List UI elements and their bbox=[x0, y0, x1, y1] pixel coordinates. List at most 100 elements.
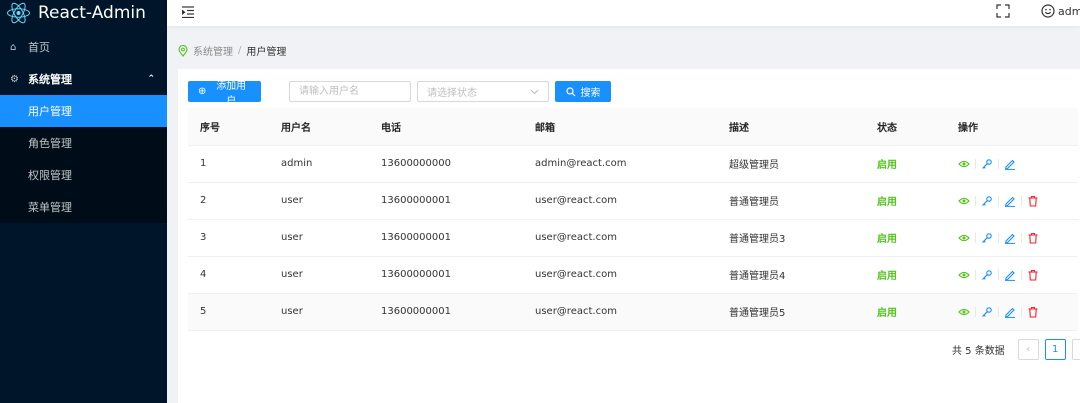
menu-item-home[interactable]: ⌂ 首页 bbox=[0, 31, 167, 63]
menu-home-label: 首页 bbox=[28, 41, 50, 54]
cell-email: user@react.com bbox=[523, 293, 717, 331]
app-title: React-Admin bbox=[38, 3, 146, 23]
breadcrumb-separator: / bbox=[238, 45, 242, 56]
action-divider bbox=[998, 195, 999, 206]
action-divider bbox=[975, 158, 976, 169]
table-header-row: 序号 用户名 电话 邮箱 描述 状态 操作 bbox=[188, 108, 1078, 146]
cell-status: 启用 bbox=[865, 145, 946, 183]
username-search-input[interactable] bbox=[289, 81, 411, 102]
edit-icon[interactable] bbox=[1004, 158, 1016, 170]
pagination: 共 5 条数据 ‹ 1 › bbox=[952, 339, 1080, 360]
fullscreen-icon[interactable] bbox=[996, 4, 1010, 18]
key-icon[interactable] bbox=[981, 195, 993, 207]
cell-email: user@react.com bbox=[523, 256, 717, 294]
search-button[interactable]: 搜索 bbox=[555, 81, 611, 102]
cell-username: user bbox=[269, 182, 369, 220]
column-header-description: 描述 bbox=[717, 108, 865, 146]
plus-circle-icon: ⊕ bbox=[198, 86, 207, 97]
react-logo-icon bbox=[7, 2, 30, 24]
eye-icon[interactable] bbox=[958, 306, 970, 318]
eye-icon[interactable] bbox=[958, 158, 970, 170]
breadcrumb: 系统管理 / 用户管理 bbox=[178, 43, 286, 58]
action-divider bbox=[1021, 232, 1022, 243]
cell-actions bbox=[946, 256, 1078, 294]
cell-phone: 13600000000 bbox=[369, 145, 523, 183]
cell-description: 普通管理员3 bbox=[717, 219, 865, 257]
eye-icon[interactable] bbox=[958, 232, 970, 244]
cell-username: admin bbox=[269, 145, 369, 183]
environment-icon bbox=[178, 44, 188, 57]
menu-fold-icon[interactable] bbox=[182, 6, 194, 18]
submenu-system[interactable]: ⚙ 系统管理 ⌃ bbox=[0, 63, 167, 95]
sidebar-item-label: 菜单管理 bbox=[28, 201, 72, 214]
delete-icon[interactable] bbox=[1027, 195, 1039, 207]
cell-status: 启用 bbox=[865, 293, 946, 331]
user-menu[interactable]: admin bbox=[1041, 4, 1080, 18]
status-select[interactable]: 请选择状态 bbox=[417, 81, 549, 102]
edit-icon[interactable] bbox=[1004, 195, 1016, 207]
cell-index: 2 bbox=[188, 182, 269, 220]
action-divider bbox=[975, 195, 976, 206]
cell-username: user bbox=[269, 256, 369, 294]
delete-icon[interactable] bbox=[1027, 269, 1039, 281]
cell-username: user bbox=[269, 219, 369, 257]
sidebar-item-roles[interactable]: 角色管理 bbox=[0, 127, 167, 159]
key-icon[interactable] bbox=[981, 306, 993, 318]
sidebar-item-menus[interactable]: 菜单管理 bbox=[0, 191, 167, 223]
home-icon: ⌂ bbox=[10, 41, 17, 53]
action-divider bbox=[998, 158, 999, 169]
app-logo[interactable]: React-Admin bbox=[0, 0, 167, 26]
key-icon[interactable] bbox=[981, 232, 993, 244]
cell-status: 启用 bbox=[865, 219, 946, 257]
key-icon[interactable] bbox=[981, 269, 993, 281]
search-label: 搜索 bbox=[580, 88, 601, 99]
cell-status: 启用 bbox=[865, 256, 946, 294]
delete-icon[interactable] bbox=[1027, 232, 1039, 244]
username: admin bbox=[1058, 4, 1080, 18]
search-icon bbox=[565, 86, 575, 96]
column-header-index: 序号 bbox=[188, 108, 269, 146]
cell-actions bbox=[946, 219, 1078, 257]
top-header: admin bbox=[167, 0, 1080, 26]
sidebar-item-permissions[interactable]: 权限管理 bbox=[0, 159, 167, 191]
cell-actions bbox=[946, 145, 1078, 183]
add-user-label: 添加用户 bbox=[216, 80, 247, 107]
edit-icon[interactable] bbox=[1004, 269, 1016, 281]
cell-actions bbox=[946, 182, 1078, 220]
sidebar-item-users[interactable]: 用户管理 bbox=[0, 95, 167, 127]
pagination-prev-button[interactable]: ‹ bbox=[1017, 339, 1039, 360]
column-header-status: 状态 bbox=[865, 108, 946, 146]
action-divider bbox=[975, 306, 976, 317]
column-header-username: 用户名 bbox=[269, 108, 369, 146]
action-divider bbox=[1021, 306, 1022, 317]
add-user-button[interactable]: ⊕ 添加用户 bbox=[188, 81, 261, 107]
pagination-next-button[interactable]: › bbox=[1071, 339, 1080, 360]
cell-index: 1 bbox=[188, 145, 269, 183]
cell-actions bbox=[946, 293, 1078, 331]
cell-description: 普通管理员5 bbox=[717, 293, 865, 331]
breadcrumb-current: 用户管理 bbox=[246, 47, 287, 58]
sidebar-item-label: 角色管理 bbox=[28, 137, 72, 150]
cell-phone: 13600000001 bbox=[369, 256, 523, 294]
eye-icon[interactable] bbox=[958, 269, 970, 281]
eye-icon[interactable] bbox=[958, 195, 970, 207]
column-header-actions: 操作 bbox=[946, 108, 1078, 146]
breadcrumb-root[interactable]: 系统管理 bbox=[193, 43, 233, 58]
action-divider bbox=[998, 269, 999, 280]
action-divider bbox=[998, 232, 999, 243]
user-table: 序号 用户名 电话 邮箱 描述 状态 操作 1 admin 1360000000… bbox=[188, 108, 1078, 331]
table-row: 5 user 13600000001 user@react.com 普通管理员5… bbox=[188, 293, 1078, 331]
cell-phone: 13600000001 bbox=[369, 219, 523, 257]
key-icon[interactable] bbox=[981, 158, 993, 170]
delete-icon[interactable] bbox=[1027, 306, 1039, 318]
cell-phone: 13600000001 bbox=[369, 182, 523, 220]
action-divider bbox=[975, 269, 976, 280]
cell-email: admin@react.com bbox=[523, 145, 717, 183]
cell-index: 5 bbox=[188, 293, 269, 331]
edit-icon[interactable] bbox=[1004, 306, 1016, 318]
submenu-system-list: 用户管理 角色管理 权限管理 菜单管理 bbox=[0, 95, 167, 223]
edit-icon[interactable] bbox=[1004, 232, 1016, 244]
down-icon bbox=[530, 89, 539, 94]
pagination-page-1[interactable]: 1 bbox=[1044, 339, 1066, 360]
pagination-total: 共 5 条数据 bbox=[952, 346, 1005, 357]
